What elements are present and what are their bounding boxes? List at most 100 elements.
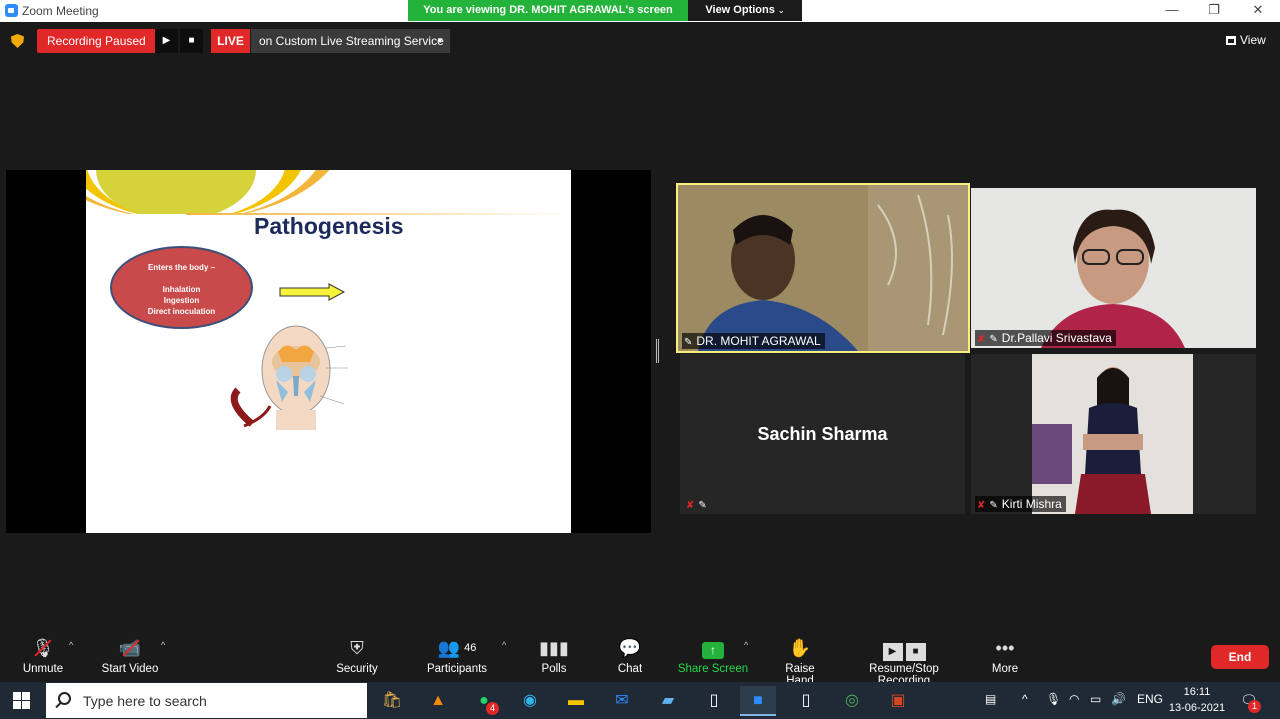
share-screen-label: Share Screen — [677, 663, 749, 675]
polls-icon: ▮▮▮ — [539, 638, 569, 658]
participants-icon: 👥 46 — [437, 638, 477, 658]
notification-icon[interactable]: 🗨 1 — [1240, 692, 1261, 713]
shield-icon: ⛨ — [350, 638, 364, 658]
view-button[interactable]: View — [1226, 33, 1266, 47]
keyboard-icon[interactable]: ▤ — [985, 692, 996, 706]
participant-tile[interactable]: ✘ ✎ Kirti Mishra — [971, 354, 1256, 514]
participants-options-caret[interactable]: ^ — [502, 640, 506, 650]
chat-button[interactable]: 💬 Chat — [610, 636, 650, 675]
play-icon[interactable]: ▶ — [155, 29, 178, 53]
end-meeting-button[interactable]: End — [1211, 645, 1269, 669]
route-item: Direct inoculation — [147, 307, 216, 316]
start-video-button[interactable]: 📹 Start Video — [98, 636, 162, 675]
participant-tile[interactable]: ✎ DR. MOHIT AGRAWAL — [676, 183, 970, 353]
viewing-banner: You are viewing DR. MOHIT AGRAWAL's scre… — [408, 0, 688, 21]
more-button[interactable]: ••• More — [985, 636, 1025, 675]
route-item: Inhalation — [162, 285, 201, 294]
notification-badge: 1 — [1248, 700, 1261, 713]
file-explorer-icon[interactable]: ▬ — [558, 686, 594, 716]
security-button[interactable]: ⛨ Security — [332, 636, 382, 675]
taskbar-search[interactable]: Type here to search — [46, 683, 367, 718]
play-stop-icon: ▶ ■ — [842, 636, 966, 661]
raise-hand-button[interactable]: ✋ Raise Hand — [770, 636, 830, 687]
stream-service-dropdown[interactable]: on Custom Live Streaming Service ▼ — [251, 29, 450, 53]
pin-icon: ✎ — [684, 337, 693, 348]
share-screen-button[interactable]: ↑ Share Screen — [677, 636, 749, 675]
participant-name-label: ✘ ✎ Dr.Pallavi Srivastava — [975, 330, 1116, 346]
view-options-button[interactable]: View Options ⌄ — [688, 0, 802, 21]
battery-icon[interactable]: ▭ — [1090, 692, 1101, 706]
close-button[interactable]: ✕ — [1236, 0, 1280, 22]
chevron-up-icon[interactable]: ^ — [1022, 692, 1028, 706]
edge-icon[interactable]: ◉ — [512, 686, 548, 716]
hand-icon: ✋ — [788, 638, 812, 658]
vlc-icon[interactable]: ▲ — [420, 686, 456, 716]
chevron-down-icon: ⌄ — [777, 6, 785, 15]
participant-tile[interactable]: Sachin Sharma ✘ ✎ — [680, 354, 965, 514]
chat-label: Chat — [617, 663, 643, 675]
recording-status: Recording Paused — [37, 29, 155, 53]
mail-icon[interactable]: ✉ — [604, 686, 640, 716]
search-placeholder: Type here to search — [83, 693, 207, 709]
participant-name: DR. MOHIT AGRAWAL — [696, 334, 821, 348]
panel-resize-handle[interactable] — [656, 339, 659, 363]
whatsapp-icon[interactable]: ● 4 — [466, 686, 502, 716]
polls-button[interactable]: ▮▮▮ Polls — [534, 636, 574, 675]
participant-tile[interactable]: ✘ ✎ Dr.Pallavi Srivastava — [971, 188, 1256, 348]
participant-name: Dr.Pallavi Srivastava — [1001, 331, 1112, 345]
more-label: More — [991, 663, 1019, 675]
pin-icon: ✎ — [989, 334, 998, 345]
yellow-arrow-icon — [279, 283, 345, 301]
route-item: Ingestion — [163, 296, 200, 305]
document-icon[interactable]: ▯ — [696, 686, 732, 716]
pin-icon: ✎ — [698, 500, 707, 511]
video-options-caret[interactable]: ^ — [161, 640, 165, 650]
muted-mic-icon: ✘ — [686, 500, 695, 511]
chat-icon: 💬 — [618, 638, 642, 658]
zoom-logo-icon — [5, 4, 18, 17]
minimize-button[interactable]: — — [1150, 0, 1194, 22]
skull-sinus-diagram — [230, 325, 348, 430]
share-options-caret[interactable]: ^ — [744, 640, 748, 650]
pin-icon: ✎ — [989, 500, 998, 511]
view-options-label: View Options — [705, 4, 775, 16]
video-off-icon: 📹 — [98, 636, 162, 660]
wifi-icon[interactable]: ◠ — [1069, 692, 1079, 706]
clock-date: 13-06-2021 — [1168, 702, 1226, 714]
teams-icon[interactable]: ▰ — [650, 686, 686, 716]
whatsapp-badge: 4 — [486, 702, 499, 715]
windows-start-icon[interactable] — [13, 692, 30, 709]
audio-options-caret[interactable]: ^ — [69, 640, 73, 650]
maximize-button[interactable]: ❐ — [1192, 0, 1236, 22]
participants-button[interactable]: 👥 46 Participants — [422, 636, 492, 675]
ellipse-heading: Enters the body – — [147, 263, 216, 272]
entry-routes-ellipse: Enters the body – Inhalation Ingestion D… — [110, 246, 253, 329]
language-indicator[interactable]: ENG — [1137, 692, 1163, 706]
participant-name-label: ✘ ✎ Kirti Mishra — [975, 496, 1066, 512]
polls-label: Polls — [541, 663, 567, 675]
store-icon[interactable]: 🛍 — [374, 686, 410, 716]
start-video-label: Start Video — [101, 663, 159, 675]
resume-stop-recording-button[interactable]: ▶ ■ Resume/Stop Recording — [842, 636, 966, 687]
microphone-icon[interactable]: 🎙 — [1046, 692, 1061, 706]
muted-mic-icon: 🎙 — [18, 636, 68, 660]
caret-down-icon: ▼ — [436, 36, 444, 45]
security-label: Security — [336, 663, 378, 675]
participant-name-center: Sachin Sharma — [757, 424, 888, 444]
participant-video — [971, 188, 1256, 348]
powerpoint-icon[interactable]: ▣ — [880, 686, 916, 716]
volume-icon[interactable]: 🔊 — [1111, 692, 1126, 706]
participants-label: Participants — [426, 663, 488, 675]
stream-service-label: on Custom Live Streaming Service — [259, 34, 444, 48]
unmute-button[interactable]: 🎙 Unmute — [18, 636, 68, 675]
participant-video — [678, 185, 968, 351]
grid-view-icon — [1226, 36, 1236, 45]
taskbar-clock[interactable]: 16:11 13-06-2021 — [1168, 684, 1226, 716]
window-title: Zoom Meeting — [22, 4, 99, 18]
zoom-taskbar-icon[interactable]: ■ — [740, 686, 776, 716]
document-icon[interactable]: ▯ — [788, 686, 824, 716]
view-label: View — [1240, 33, 1266, 47]
stop-icon[interactable]: ■ — [180, 29, 203, 53]
chrome-icon[interactable]: ◎ — [834, 686, 870, 716]
more-icon: ••• — [995, 638, 1015, 658]
